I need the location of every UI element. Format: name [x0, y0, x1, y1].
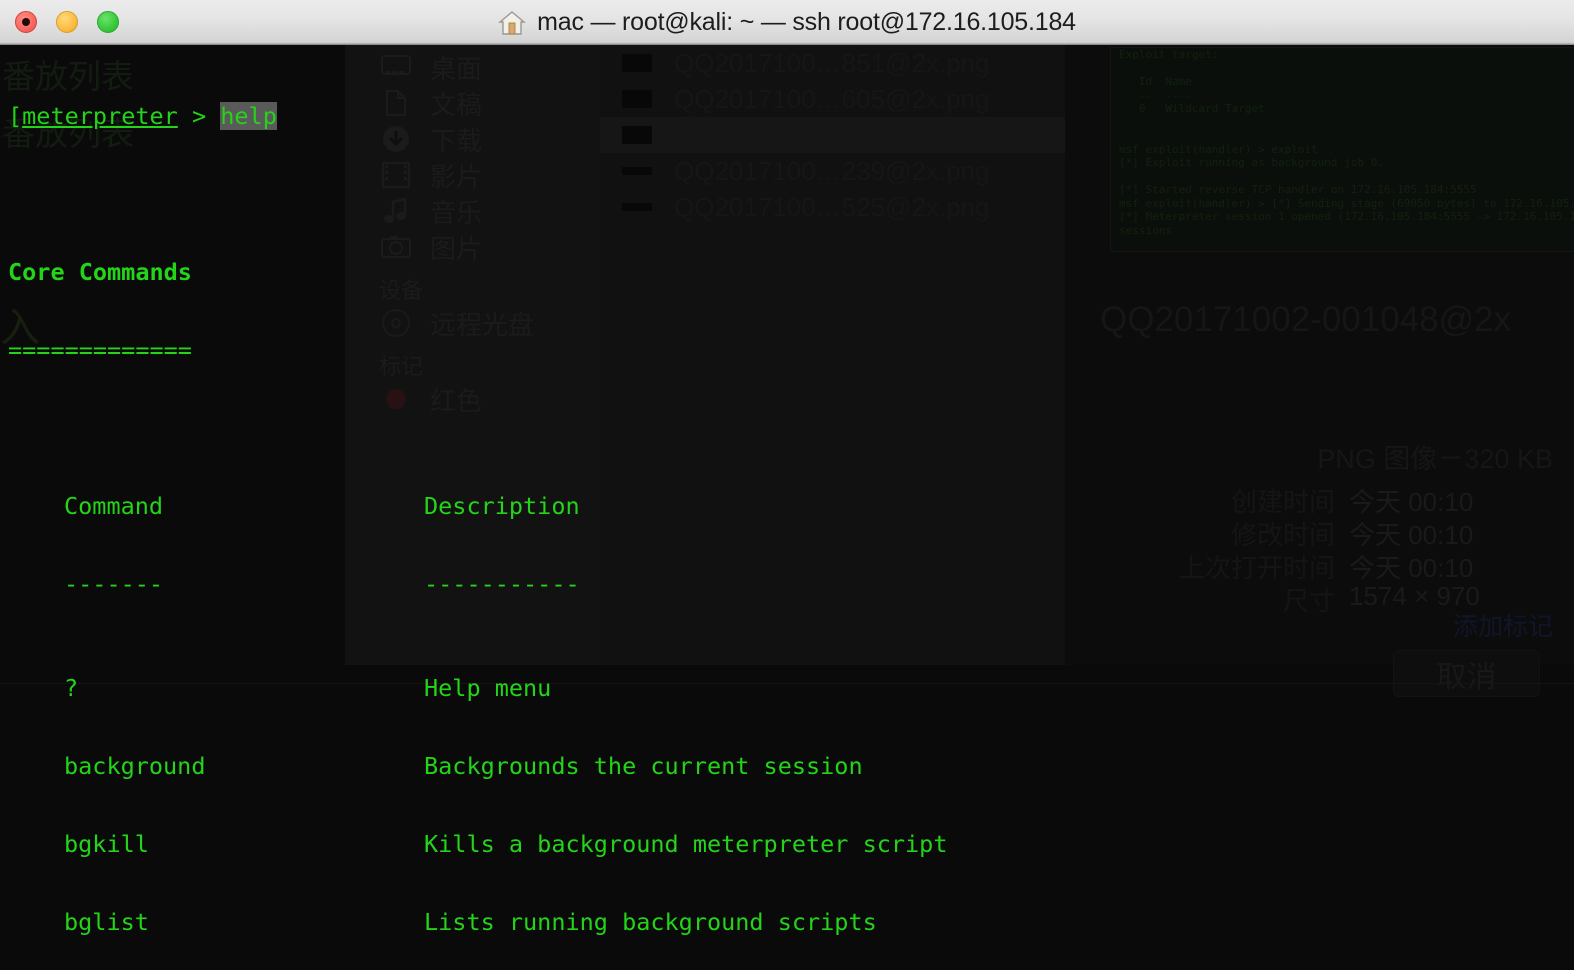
- prompt-line: [meterpreter > help: [8, 102, 1574, 130]
- window-title: mac — root@kali: ~ — ssh root@172.16.105…: [537, 8, 1076, 36]
- table-header: Command Description: [8, 493, 1574, 519]
- cell-description: Lists running background scripts: [424, 908, 877, 936]
- window-title-group: mac — root@kali: ~ — ssh root@172.16.105…: [0, 0, 1574, 45]
- cell-description: Kills a background meterpreter script: [424, 830, 948, 858]
- cell-command: ?: [64, 674, 79, 702]
- table-row: bgkill Kills a background meterpreter scr…: [8, 831, 1574, 857]
- house-icon: [498, 10, 527, 36]
- prompt-command: help: [220, 102, 277, 130]
- prompt-user: meterpreter: [22, 102, 178, 130]
- cell-command: background: [64, 752, 206, 780]
- terminal-output[interactable]: [meterpreter > help Core Commands ======…: [0, 45, 1574, 970]
- header-description: Description: [424, 492, 580, 520]
- rule-description: -----------: [424, 570, 580, 598]
- table-row: ? Help menu: [8, 675, 1574, 701]
- cell-command: bglist: [64, 908, 149, 936]
- table-row: bglist Lists running background scripts: [8, 909, 1574, 935]
- cell-description: Help menu: [424, 674, 552, 702]
- cell-description: Backgrounds the current session: [424, 752, 863, 780]
- rule-command: -------: [64, 570, 164, 598]
- cell-command: bgkill: [64, 830, 149, 858]
- prompt-arrow: >: [177, 102, 221, 130]
- prompt-bracket: [: [8, 102, 23, 130]
- window-titlebar: mac — root@kali: ~ — ssh root@172.16.105…: [0, 0, 1574, 45]
- header-command: Command: [64, 492, 164, 520]
- terminal-window: 番放列表 番放列表 入 桌面 文稿 下载 影片 音乐 图片 设备 远程光盘 标记…: [0, 0, 1574, 970]
- table-row: background Backgrounds the current sessio…: [8, 753, 1574, 779]
- section-rule: =============: [8, 336, 192, 364]
- section-title: Core Commands: [8, 258, 192, 286]
- table-header-rule: ------- -----------: [8, 571, 1574, 597]
